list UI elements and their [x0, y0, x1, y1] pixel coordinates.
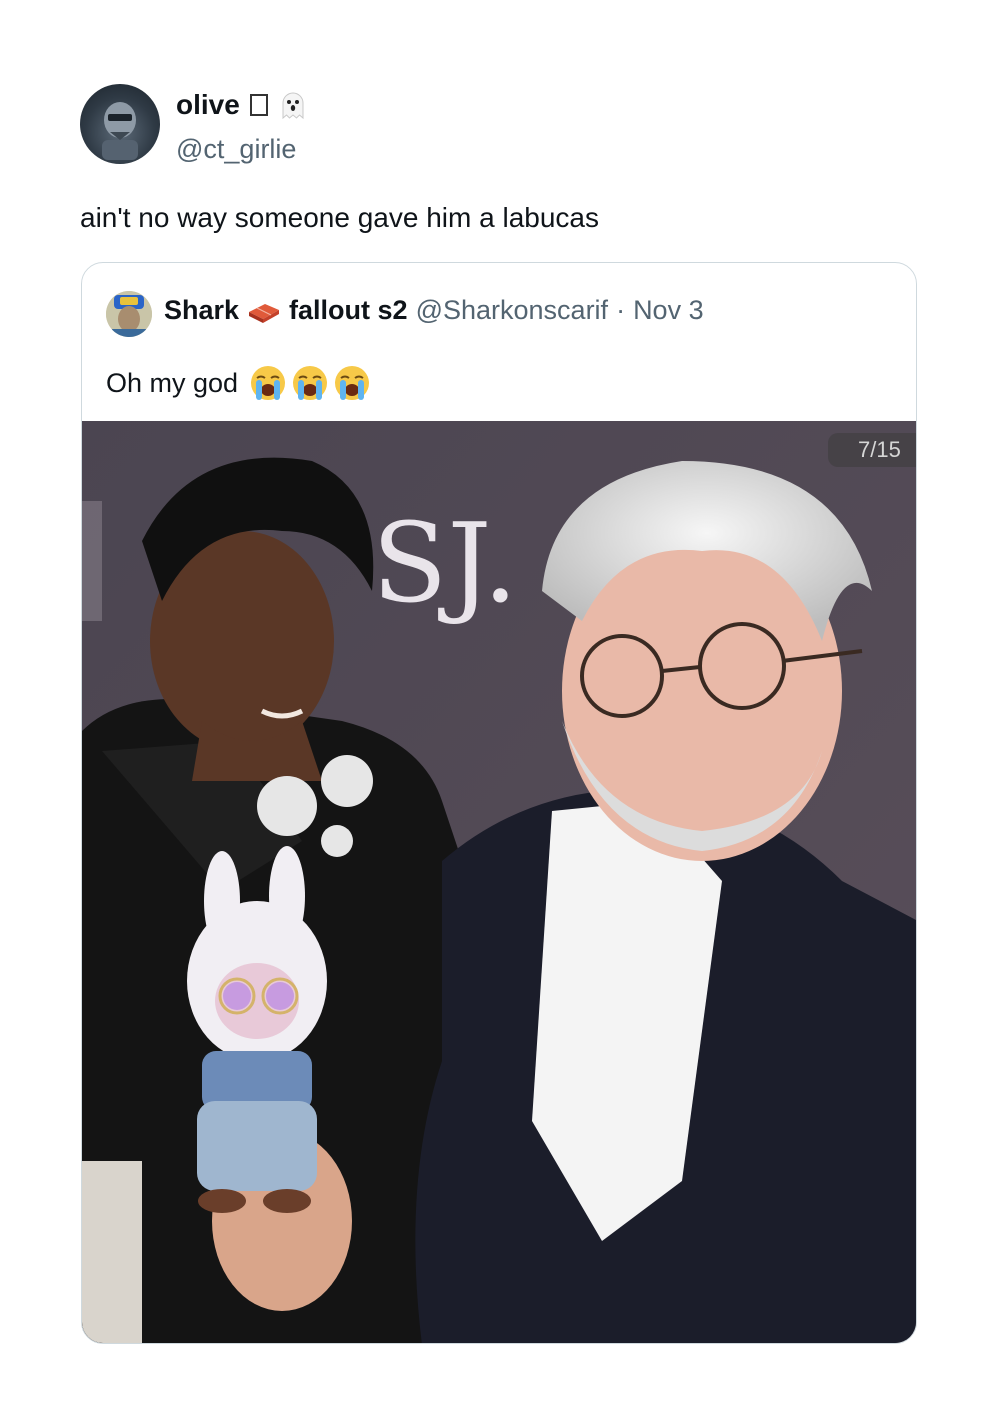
author-avatar[interactable]	[80, 84, 160, 164]
quoted-media-photo[interactable]: SJ. 7/15	[82, 421, 916, 1343]
box-glyph-icon	[249, 94, 268, 116]
author-name-row: olive	[176, 88, 308, 122]
quoted-text: Oh my god	[106, 367, 239, 398]
header-separator: ·	[616, 295, 626, 325]
ghost-icon	[282, 92, 304, 120]
emoji-row	[248, 363, 372, 403]
author-display-name[interactable]: olive	[176, 88, 240, 122]
author-handle[interactable]: @ct_girlie	[176, 134, 296, 165]
tweet: olive @ct_girlie ain't no way someone ga…	[0, 0, 996, 1424]
crying-face-icon	[293, 366, 328, 400]
tweet-text: ain't no way someone gave him a labucas	[80, 202, 599, 233]
crying-face-icon	[335, 366, 370, 400]
quoted-date[interactable]: Nov 3	[633, 295, 704, 326]
quoted-display-name[interactable]: Shark	[164, 295, 239, 326]
quoted-avatar-image	[106, 291, 152, 337]
backdrop-logo: SJ.	[372, 499, 518, 627]
trooper-helmet-icon	[102, 102, 138, 160]
brick-icon	[249, 303, 280, 323]
quoted-handle[interactable]: @Sharkonscarif	[416, 295, 608, 326]
media-counter-badge: 7/15	[828, 433, 916, 467]
quoted-author-avatar[interactable]	[106, 291, 152, 337]
crying-face-icon	[251, 366, 286, 400]
photo-illustration: SJ.	[82, 421, 916, 1343]
quoted-tweet-card[interactable]: Shark fallout s2 @Sharkonscarif · Nov 3 …	[81, 262, 917, 1344]
quoted-name-suffix[interactable]: fallout s2	[289, 295, 408, 326]
quoted-header: Shark fallout s2 @Sharkonscarif · Nov 3	[164, 295, 704, 326]
quoted-text-row: Oh my god	[106, 363, 372, 403]
